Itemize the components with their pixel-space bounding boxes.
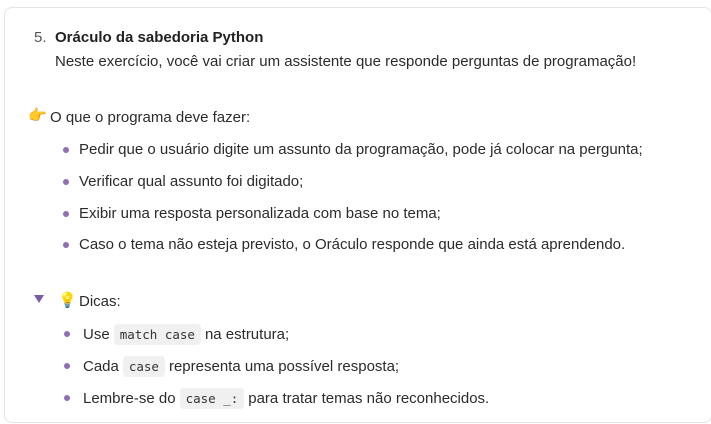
code-snippet: match case (113, 324, 201, 345)
tip-text-before: Use (83, 326, 110, 343)
bullet-dot (64, 331, 70, 337)
bullet-dot (63, 211, 69, 217)
bullet-dot (64, 363, 70, 369)
task-item: Verificar qual assunto foi digitado; (79, 173, 304, 190)
bullet-dot (63, 147, 69, 153)
pointing-hand-icon: 👉 (28, 107, 47, 124)
tip-text-after: para tratar temas não reconhecidos. (248, 390, 490, 407)
task-item: Pedir que o usuário digite um assunto da… (79, 141, 643, 158)
tip-item: Lembre-se do case _: para tratar temas n… (83, 388, 489, 409)
task-item: Exibir uma resposta personalizada com ba… (79, 205, 441, 222)
tip-item: Cada case representa uma possível respos… (83, 356, 399, 377)
exercise-number: 5. (34, 29, 47, 46)
exercise-description: Neste exercício, você vai criar um assis… (55, 53, 637, 70)
code-snippet: case _: (179, 388, 245, 409)
task-heading: O que o programa deve fazer: (50, 109, 251, 126)
tip-text-before: Lembre-se do (83, 390, 176, 407)
tip-text-after: representa uma possível resposta; (168, 358, 400, 375)
bullet-dot (63, 242, 69, 248)
task-item: Caso o tema não esteja previsto, o Orácu… (79, 236, 626, 253)
lightbulb-icon: 💡 (58, 292, 77, 309)
tip-text-after: na estrutura; (204, 326, 290, 343)
tips-heading[interactable]: Dicas: (79, 293, 121, 310)
bullet-dot (63, 179, 69, 185)
caret-down-icon[interactable] (34, 295, 44, 303)
tip-text-before: Cada (83, 358, 119, 375)
exercise-title: Oráculo da sabedoria Python (55, 29, 264, 46)
bullet-dot (64, 395, 70, 401)
tip-item: Use match case na estrutura; (83, 324, 289, 345)
code-snippet: case (122, 356, 165, 377)
